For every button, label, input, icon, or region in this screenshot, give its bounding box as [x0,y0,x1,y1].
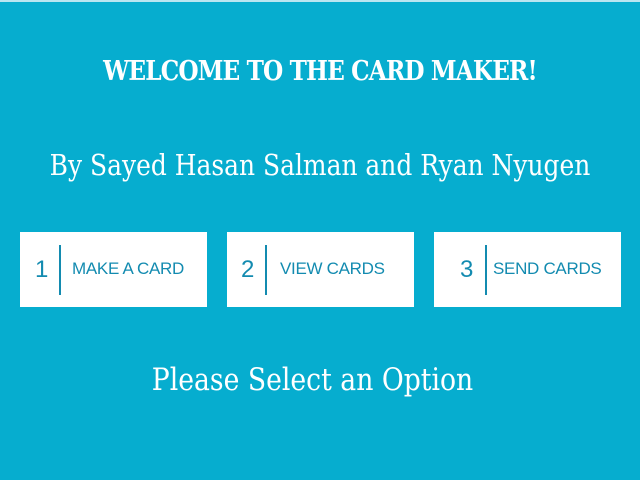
page-title: WELCOME TO THE CARD MAKER! [103,56,537,87]
option-label: MAKE A CARD [72,259,184,278]
option-label: VIEW CARDS [280,259,385,278]
option-divider [59,245,61,295]
send-cards-button[interactable]: 3 SEND CARDS [434,232,621,307]
top-divider [0,0,640,2]
option-number: 1 [35,256,49,283]
option-number: 3 [460,256,474,283]
select-option-prompt: Please Select an Option [151,362,474,398]
authors-subtitle: By Sayed Hasan Salman and Ryan Nyugen [49,148,591,182]
option-divider [265,245,267,295]
option-label: SEND CARDS [493,259,602,278]
option-number: 2 [241,256,255,283]
make-a-card-button[interactable]: 1 MAKE A CARD [20,232,207,307]
view-cards-button[interactable]: 2 VIEW CARDS [227,232,414,307]
option-divider [485,245,487,295]
